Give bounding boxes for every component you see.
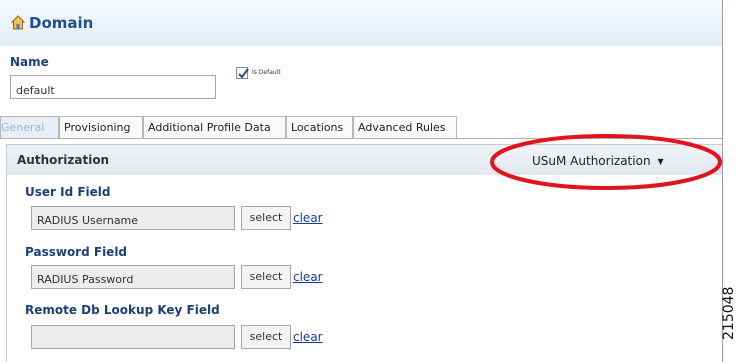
password-field-label: Password Field — [25, 245, 128, 259]
password-select-button[interactable]: select — [241, 265, 291, 289]
name-input[interactable] — [10, 75, 216, 99]
user-id-field-label: User Id Field — [25, 185, 111, 199]
user-id-select-button[interactable]: select — [241, 206, 291, 230]
panel-header: Authorization USuM Authorization ▼ — [7, 145, 722, 175]
panel-title: Authorization — [17, 153, 110, 167]
authorization-dropdown[interactable]: USuM Authorization ▼ — [532, 154, 664, 168]
figure-id: 215048 — [721, 286, 737, 340]
authorization-panel: Authorization USuM Authorization ▼ User I… — [6, 144, 722, 362]
user-id-field-input[interactable] — [31, 206, 235, 230]
tab-locations[interactable]: Locations — [286, 116, 353, 138]
title-bar: Domain — [0, 0, 722, 46]
remote-db-select-button[interactable]: select — [241, 325, 291, 349]
password-field-input[interactable] — [31, 265, 235, 289]
tab-provisioning[interactable]: Provisioning — [59, 116, 143, 138]
is-default-label: Is Default — [252, 69, 281, 76]
is-default-checkbox[interactable] — [236, 67, 249, 79]
checkmark-icon — [238, 68, 249, 79]
password-clear-link[interactable]: clear — [293, 270, 323, 284]
remote-db-clear-link[interactable]: clear — [293, 330, 323, 344]
name-label: Name — [10, 55, 49, 69]
remote-db-lookup-key-field-input[interactable] — [31, 325, 235, 349]
tab-advanced-rules[interactable]: Advanced Rules — [353, 116, 457, 138]
page-title: Domain — [29, 14, 94, 32]
caret-down-icon: ▼ — [657, 157, 664, 166]
user-id-clear-link[interactable]: clear — [293, 211, 323, 225]
remote-db-lookup-key-field-label: Remote Db Lookup Key Field — [25, 303, 220, 317]
tab-general[interactable]: General — [0, 116, 59, 138]
domain-house-icon — [10, 15, 26, 31]
tabs-divider — [0, 138, 722, 139]
domain-window: Domain Name Is Default General Provision… — [0, 0, 723, 362]
tab-additional-profile-data[interactable]: Additional Profile Data — [143, 116, 286, 138]
authorization-dropdown-value: USuM Authorization — [532, 154, 651, 168]
